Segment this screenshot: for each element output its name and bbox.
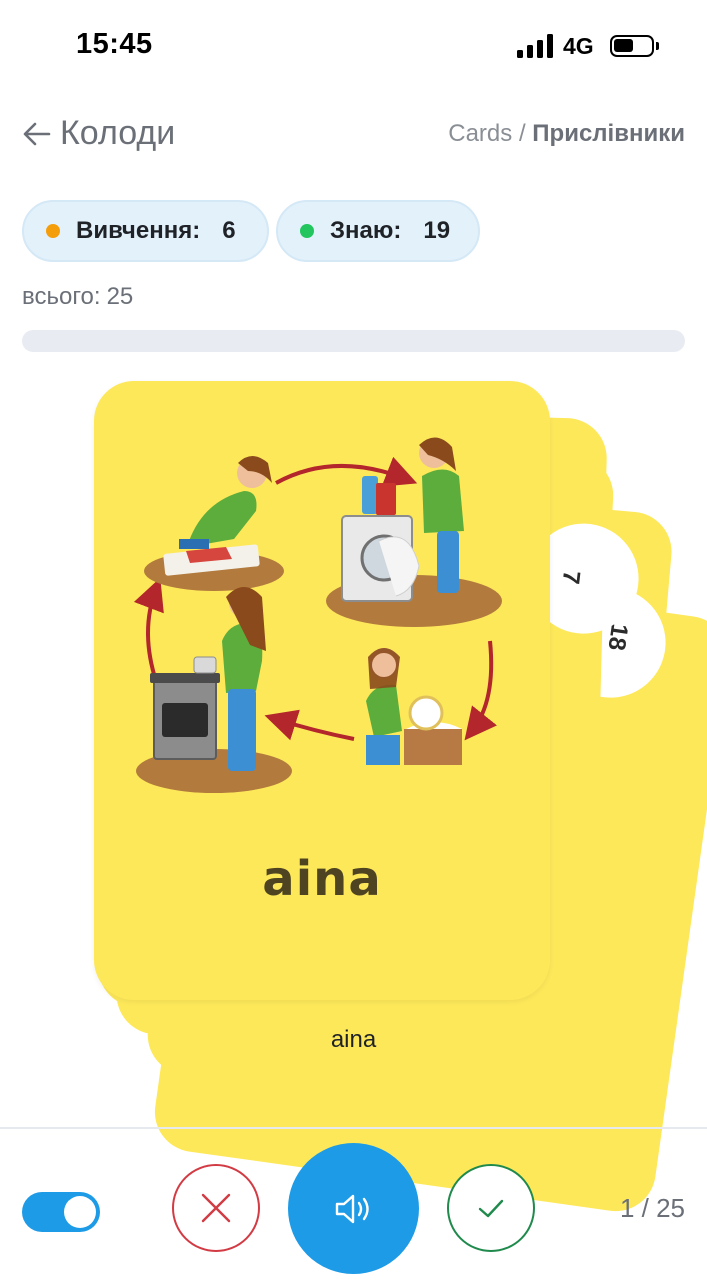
flash-card[interactable]: aina xyxy=(94,381,550,1000)
breadcrumb-current: Прислівники xyxy=(532,120,685,147)
card-caption: aina xyxy=(330,1026,377,1053)
toggle-knob xyxy=(64,1196,96,1228)
auto-play-toggle[interactable] xyxy=(22,1192,100,1232)
know-label: Знаю: xyxy=(330,217,402,244)
progress-bar xyxy=(22,330,685,352)
card-counter: 1 / 25 xyxy=(619,1193,685,1223)
close-icon xyxy=(201,1193,231,1223)
know-stat-pill[interactable]: Знаю: 19 xyxy=(276,200,480,262)
card-stack: 18 7 aina xyxy=(0,370,707,1217)
battery-cap xyxy=(656,42,659,50)
bottom-divider xyxy=(0,1127,707,1129)
learning-label: Вивчення: xyxy=(76,217,201,244)
status-bar: 15:45 4G xyxy=(0,0,707,92)
know-button[interactable] xyxy=(447,1164,535,1252)
battery-level xyxy=(614,39,633,52)
arrow-left-icon xyxy=(23,122,51,145)
card-word: aina xyxy=(262,851,382,907)
total-label: всього: xyxy=(22,283,101,310)
battery-icon xyxy=(610,35,654,57)
network-label: 4G xyxy=(563,33,594,59)
know-status-dot xyxy=(300,224,314,238)
breadcrumb-root[interactable]: Cards xyxy=(448,120,512,147)
learning-count: 6 xyxy=(222,217,236,244)
total-count: всього: 25 xyxy=(22,283,133,311)
speaker-icon xyxy=(335,1194,369,1223)
back-button[interactable]: Колоди xyxy=(22,114,175,153)
learning-stat-pill[interactable]: Вивчення: 6 xyxy=(22,200,269,262)
signal-icon xyxy=(517,34,553,58)
play-sound-button[interactable] xyxy=(288,1143,419,1274)
know-count: 19 xyxy=(423,217,451,244)
total-value: 25 xyxy=(106,283,134,310)
learning-status-dot xyxy=(46,224,60,238)
breadcrumb-separator: / xyxy=(512,120,533,147)
status-time: 15:45 xyxy=(76,28,153,60)
breadcrumb: Cards / Прислівники xyxy=(448,120,685,148)
back-label: Колоди xyxy=(60,114,176,152)
dont-know-button[interactable] xyxy=(172,1164,260,1252)
housework-cycle-illustration xyxy=(134,437,502,793)
check-icon xyxy=(478,1199,504,1218)
